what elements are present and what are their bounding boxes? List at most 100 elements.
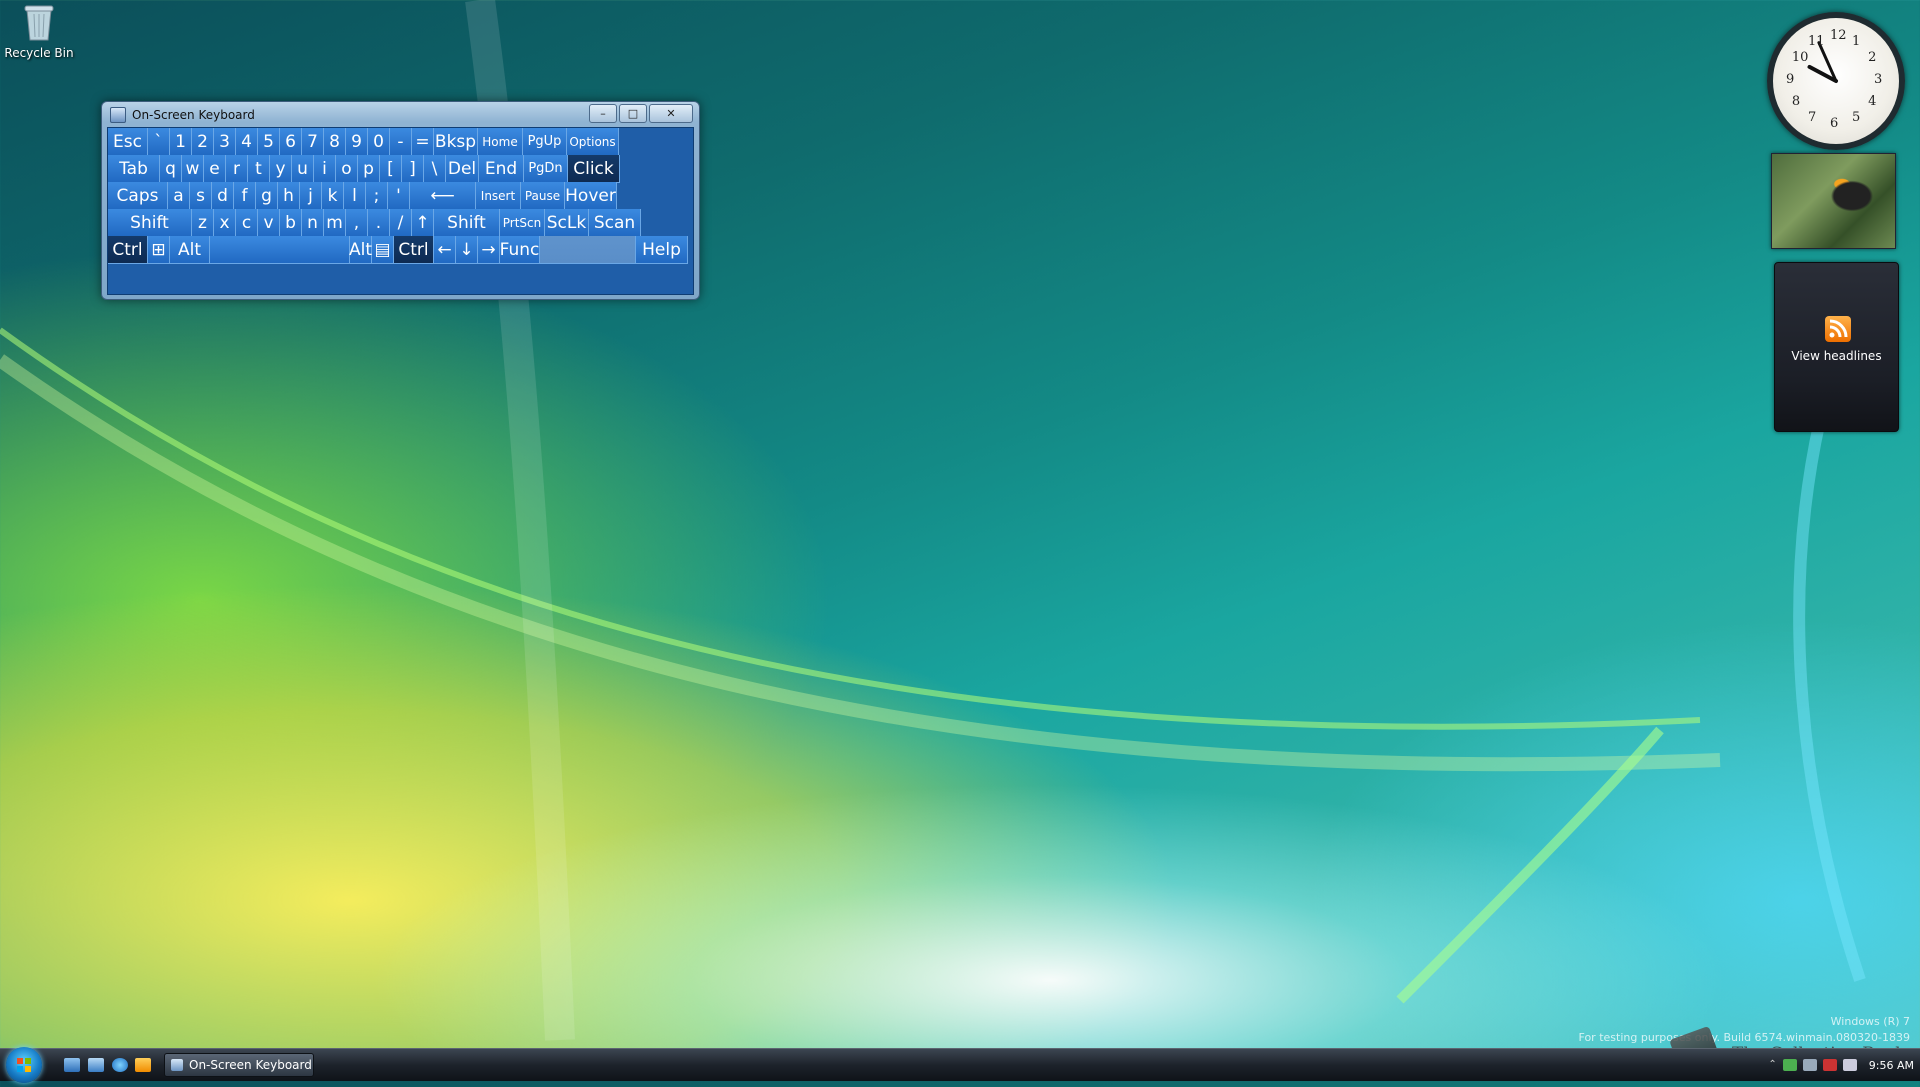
alert-icon[interactable] bbox=[1822, 1059, 1837, 1071]
key-end[interactable]: End bbox=[479, 155, 524, 183]
key-b[interactable]: b bbox=[280, 209, 302, 237]
key-ctrl[interactable]: Ctrl bbox=[394, 236, 434, 264]
key-o[interactable]: o bbox=[336, 155, 358, 183]
key-g[interactable]: g bbox=[256, 182, 278, 210]
chevron-up-icon[interactable]: ⌃ bbox=[1768, 1059, 1776, 1071]
key-0[interactable]: 0 bbox=[368, 128, 390, 156]
maximize-button[interactable]: □ bbox=[619, 104, 647, 123]
key-8[interactable]: 8 bbox=[324, 128, 346, 156]
key-tab[interactable]: Tab bbox=[108, 155, 160, 183]
show-desktop-icon[interactable] bbox=[64, 1058, 80, 1072]
clock-gadget[interactable]: 12 1 2 3 4 5 6 7 8 9 10 11 bbox=[1767, 12, 1905, 150]
key-sym113[interactable]: \ bbox=[424, 155, 446, 183]
key-k[interactable]: k bbox=[322, 182, 344, 210]
key-r[interactable]: r bbox=[226, 155, 248, 183]
key-pgup[interactable]: PgUp bbox=[523, 128, 567, 156]
key-z[interactable]: z bbox=[192, 209, 214, 237]
key-sclk[interactable]: ScLk bbox=[545, 209, 589, 237]
start-orb-button[interactable] bbox=[6, 1047, 42, 1083]
taskbar-button-on-screen-keyboard[interactable]: On-Screen Keyboard bbox=[164, 1053, 314, 1077]
minimize-button[interactable]: – bbox=[589, 104, 617, 123]
key-caps[interactable]: Caps bbox=[108, 182, 168, 210]
key-sym211[interactable]: ' bbox=[388, 182, 410, 210]
key-space[interactable] bbox=[210, 236, 350, 264]
key-x[interactable]: x bbox=[214, 209, 236, 237]
key-sym48[interactable]: ↓ bbox=[456, 236, 478, 264]
key-del[interactable]: Del bbox=[446, 155, 479, 183]
volume-icon[interactable] bbox=[1842, 1059, 1857, 1071]
key-sym013[interactable]: = bbox=[412, 128, 434, 156]
security-icon[interactable] bbox=[1782, 1059, 1797, 1071]
feed-headlines-gadget[interactable]: View headlines bbox=[1774, 262, 1899, 432]
key-i[interactable]: i bbox=[314, 155, 336, 183]
key-d[interactable]: d bbox=[212, 182, 234, 210]
key-shift[interactable]: Shift bbox=[434, 209, 500, 237]
key-help[interactable]: Help bbox=[636, 236, 688, 264]
key-sym49[interactable]: → bbox=[478, 236, 500, 264]
key-sym47[interactable]: ← bbox=[434, 236, 456, 264]
key-y[interactable]: y bbox=[270, 155, 292, 183]
key-4[interactable]: 4 bbox=[236, 128, 258, 156]
key-h[interactable]: h bbox=[278, 182, 300, 210]
key-q[interactable]: q bbox=[160, 155, 182, 183]
recycle-bin-shortcut[interactable]: Recycle Bin bbox=[4, 2, 74, 60]
on-screen-keyboard-window[interactable]: On-Screen Keyboard – □ ✕ Esc ` 1 2 3 4 5 6 7 8 9 0-… bbox=[101, 101, 700, 300]
taskbar-clock[interactable]: 9:56 AM bbox=[1869, 1059, 1914, 1072]
switch-windows-icon[interactable] bbox=[88, 1058, 104, 1072]
key-prtscn[interactable]: PrtScn bbox=[500, 209, 545, 237]
key-scan[interactable]: Scan bbox=[589, 209, 641, 237]
key-sym41[interactable]: ⊞ bbox=[148, 236, 170, 264]
key-w[interactable]: w bbox=[182, 155, 204, 183]
key-click[interactable]: Click bbox=[568, 155, 620, 183]
key-alt[interactable]: Alt bbox=[349, 236, 372, 264]
key-p[interactable]: p bbox=[358, 155, 380, 183]
key-v[interactable]: v bbox=[258, 209, 280, 237]
key-n[interactable]: n bbox=[302, 209, 324, 237]
key-func[interactable]: Func bbox=[500, 236, 540, 264]
key-insert[interactable]: Insert bbox=[476, 182, 521, 210]
key-s[interactable]: s bbox=[190, 182, 212, 210]
key-alt[interactable]: Alt bbox=[170, 236, 210, 264]
key-sym212[interactable]: ⟵ bbox=[410, 182, 476, 210]
slideshow-gadget[interactable] bbox=[1771, 153, 1896, 249]
key-2[interactable]: 2 bbox=[192, 128, 214, 156]
window-titlebar[interactable]: On-Screen Keyboard bbox=[110, 105, 255, 125]
key-sym38[interactable]: , bbox=[346, 209, 368, 237]
key-pgdn[interactable]: PgDn bbox=[524, 155, 568, 183]
key-a[interactable]: a bbox=[168, 182, 190, 210]
key-j[interactable]: j bbox=[300, 182, 322, 210]
key-6[interactable]: 6 bbox=[280, 128, 302, 156]
network-icon[interactable] bbox=[1802, 1059, 1817, 1071]
key-f[interactable]: f bbox=[234, 182, 256, 210]
key-blank11[interactable] bbox=[540, 236, 636, 264]
key-l[interactable]: l bbox=[344, 182, 366, 210]
key-t[interactable]: t bbox=[248, 155, 270, 183]
key-sym210[interactable]: ; bbox=[366, 182, 388, 210]
key-sym45[interactable]: ▤ bbox=[372, 236, 394, 264]
key-sym39[interactable]: . bbox=[368, 209, 390, 237]
view-headlines-link[interactable]: View headlines bbox=[1775, 349, 1898, 363]
key-esc[interactable]: Esc bbox=[108, 128, 148, 156]
key-e[interactable]: e bbox=[204, 155, 226, 183]
key-sym012[interactable]: - bbox=[390, 128, 412, 156]
key-1[interactable]: 1 bbox=[170, 128, 192, 156]
key-m[interactable]: m bbox=[324, 209, 346, 237]
key-shift[interactable]: Shift bbox=[108, 209, 192, 237]
key-u[interactable]: u bbox=[292, 155, 314, 183]
key-sym01[interactable]: ` bbox=[148, 128, 170, 156]
key-ctrl[interactable]: Ctrl bbox=[108, 236, 148, 264]
key-sym112[interactable]: ] bbox=[402, 155, 424, 183]
key-bksp[interactable]: Bksp bbox=[434, 128, 478, 156]
key-sym310[interactable]: / bbox=[390, 209, 412, 237]
key-3[interactable]: 3 bbox=[214, 128, 236, 156]
key-7[interactable]: 7 bbox=[302, 128, 324, 156]
key-sym111[interactable]: [ bbox=[380, 155, 402, 183]
media-player-icon[interactable] bbox=[135, 1058, 151, 1072]
key-home[interactable]: Home bbox=[478, 128, 523, 156]
key-options[interactable]: Options bbox=[567, 128, 619, 156]
key-5[interactable]: 5 bbox=[258, 128, 280, 156]
key-hover[interactable]: Hover bbox=[565, 182, 617, 210]
key-9[interactable]: 9 bbox=[346, 128, 368, 156]
key-sym311[interactable]: ↑ bbox=[412, 209, 434, 237]
key-c[interactable]: c bbox=[236, 209, 258, 237]
